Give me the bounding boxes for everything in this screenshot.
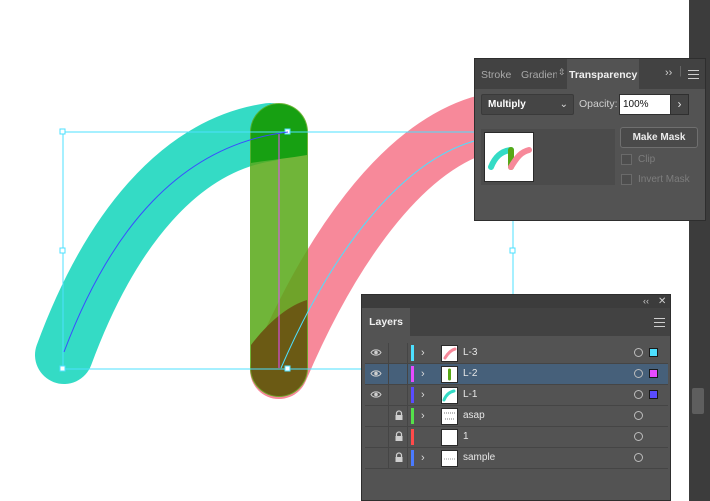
artwork-thumbnail-preview — [488, 147, 532, 170]
tab-gradient[interactable]: Gradient — [521, 59, 557, 89]
lock-toggle[interactable] — [388, 364, 408, 384]
visibility-toggle[interactable] — [365, 448, 387, 468]
target-circle-icon[interactable] — [634, 411, 643, 420]
blend-mode-select[interactable]: Multiply ⌄ — [481, 94, 574, 115]
target-circle-icon[interactable] — [634, 348, 643, 357]
layer-color-bar — [411, 387, 414, 403]
transparency-thumbnail-area — [481, 129, 615, 185]
layer-name[interactable]: L-2 — [463, 364, 477, 384]
opacity-input[interactable]: 100% — [619, 94, 673, 115]
stroke-l1-teal[interactable] — [35, 103, 299, 384]
layer-row[interactable]: › L-3 — [365, 343, 668, 364]
target-circle-icon[interactable] — [634, 453, 643, 462]
lock-toggle[interactable] — [388, 385, 408, 405]
target-circle-icon[interactable] — [634, 369, 643, 378]
layers-panel: ‹‹ ✕ Layers › L-3 › L-2 › L-1 › asap 1 › sample — [361, 294, 671, 501]
layer-color-bar — [411, 408, 414, 424]
chevron-right-icon[interactable]: › — [421, 450, 431, 466]
layer-row[interactable]: › L-1 — [365, 385, 668, 406]
tab-layers[interactable]: Layers — [362, 308, 410, 336]
lock-toggle[interactable] — [388, 406, 408, 426]
layer-thumbnail — [441, 408, 458, 425]
blend-mode-value: Multiply — [488, 99, 526, 110]
eye-icon — [370, 349, 382, 356]
lock-toggle[interactable] — [388, 427, 408, 447]
layer-thumbnail — [441, 429, 458, 446]
panel-tab-bar: Stroke Gradient ⇳ Transparency ›› | — [475, 59, 705, 89]
opacity-slider-toggle[interactable]: › — [670, 94, 689, 115]
layer-row[interactable]: 1 — [365, 427, 668, 448]
layer-row[interactable]: › L-2 — [365, 364, 668, 385]
lock-icon — [395, 431, 403, 441]
chevron-right-icon[interactable]: › — [421, 366, 431, 382]
make-mask-button[interactable]: Make Mask — [620, 127, 698, 148]
lock-toggle[interactable] — [388, 448, 408, 468]
chevron-right-icon: › — [677, 97, 682, 111]
tab-reorder-icon: ⇳ — [558, 67, 566, 77]
divider: | — [679, 65, 682, 77]
layer-name[interactable]: L-1 — [463, 385, 477, 405]
lock-icon — [395, 410, 403, 420]
layer-thumbnail — [441, 387, 458, 404]
hamburger-menu-icon[interactable] — [688, 70, 699, 79]
selection-indicator[interactable] — [649, 390, 658, 399]
double-chevron-right-icon[interactable]: ›› — [665, 67, 672, 79]
visibility-toggle[interactable] — [365, 427, 387, 447]
double-chevron-left-icon[interactable]: ‹‹ — [643, 295, 649, 308]
layer-color-bar — [411, 429, 414, 445]
clip-label: Clip — [638, 154, 656, 165]
selection-indicator[interactable] — [649, 369, 658, 378]
target-circle-icon[interactable] — [634, 390, 643, 399]
clip-checkbox[interactable] — [621, 154, 632, 165]
invert-mask-label: Invert Mask — [638, 174, 690, 185]
lock-icon — [395, 452, 403, 462]
opacity-label: Opacity: — [579, 98, 618, 110]
layer-row[interactable]: › sample — [365, 448, 668, 469]
scrollbar-thumb[interactable] — [692, 388, 704, 414]
eye-icon — [370, 370, 382, 377]
visibility-toggle[interactable] — [365, 385, 387, 405]
layers-tab-bar: Layers — [362, 308, 670, 336]
layer-thumbnail — [441, 366, 458, 383]
layer-name[interactable]: sample — [463, 448, 495, 468]
layer-color-bar — [411, 366, 414, 382]
transparency-panel: Stroke Gradient ⇳ Transparency ›› | Mult… — [474, 58, 706, 221]
visibility-toggle[interactable] — [365, 343, 387, 363]
layer-name[interactable]: L-3 — [463, 343, 477, 363]
layer-name[interactable]: 1 — [463, 427, 469, 447]
selection-indicator[interactable] — [649, 348, 658, 357]
lock-toggle[interactable] — [388, 343, 408, 363]
layer-color-bar — [411, 345, 414, 361]
eye-icon — [370, 391, 382, 398]
hamburger-menu-icon[interactable] — [654, 318, 665, 327]
chevron-right-icon[interactable]: › — [421, 387, 431, 403]
visibility-toggle[interactable] — [365, 364, 387, 384]
layer-color-bar — [411, 450, 414, 466]
layer-row[interactable]: › asap — [365, 406, 668, 427]
artwork-thumbnail[interactable] — [484, 132, 534, 182]
target-circle-icon[interactable] — [634, 432, 643, 441]
tab-transparency[interactable]: Transparency — [567, 59, 639, 89]
chevron-right-icon[interactable]: › — [421, 408, 431, 424]
chevron-down-icon: ⌄ — [559, 99, 568, 110]
invert-mask-checkbox[interactable] — [621, 174, 632, 185]
chevron-right-icon[interactable]: › — [421, 345, 431, 361]
tab-stroke[interactable]: Stroke — [481, 59, 517, 89]
close-icon[interactable]: ✕ — [658, 295, 666, 308]
layer-thumbnail — [441, 450, 458, 467]
visibility-toggle[interactable] — [365, 406, 387, 426]
layers-panel-titlebar: ‹‹ ✕ — [362, 295, 670, 308]
layer-name[interactable]: asap — [463, 406, 485, 426]
layer-thumbnail — [441, 345, 458, 362]
